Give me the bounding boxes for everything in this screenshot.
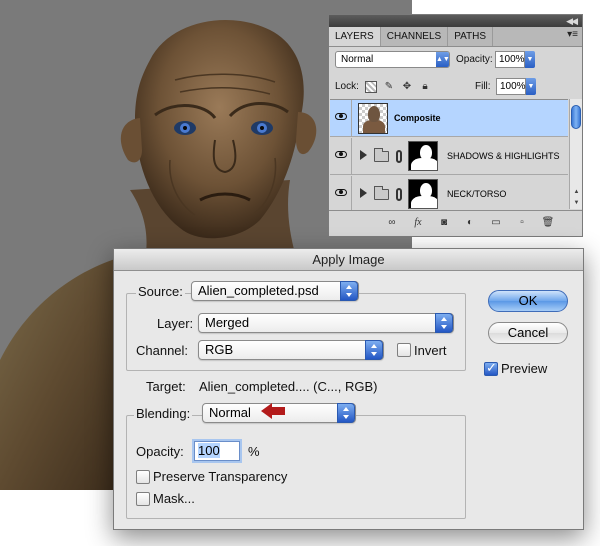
select-arrows-icon [435,313,453,333]
preview-checkbox[interactable] [484,360,498,376]
blend-mode-select[interactable]: Normal ▲▼ [335,51,450,68]
expand-triangle-icon[interactable] [360,188,367,198]
layer-value: Merged [205,315,250,330]
blending-label: Blending: [134,405,193,423]
mask-checkbox[interactable] [136,492,150,506]
mask-label: Mask... [153,491,195,506]
preview-label: Preview [501,361,548,376]
layer-row-shadows-highlights[interactable]: SHADOWS & HIGHLIGHTS [330,138,568,175]
fill-label: Fill: [475,81,491,92]
blending-value: Normal [209,405,251,420]
scroll-thumb[interactable] [571,105,581,129]
panel-titlebar[interactable]: ◀◀ [329,15,582,27]
visibility-eye-icon[interactable] [330,176,352,213]
opacity-dropdown-icon[interactable]: ▼ [525,51,535,68]
new-group-icon[interactable]: ▭ [489,216,503,230]
layer-opacity-field[interactable]: 100% [495,51,525,68]
cancel-button[interactable]: Cancel [488,322,568,344]
lock-all-icon[interactable]: 🔒︎ [419,81,431,93]
lock-move-icon[interactable]: ✥ [401,81,413,93]
scroll-up-icon[interactable]: ▲ [570,187,583,197]
layer-scrollbar[interactable]: ▲ ▼ [569,99,582,209]
channel-value: RGB [205,342,234,357]
layer-name: NECK/TORSO [447,189,507,199]
select-arrows-icon [340,281,358,301]
preserve-transparency-label: Preserve Transparency [153,469,288,484]
blend-opacity-label: Opacity: [136,444,184,459]
tab-channels[interactable]: CHANNELS [381,27,449,46]
folder-icon [374,148,389,162]
expand-triangle-icon[interactable] [360,150,367,160]
layer-mask-thumbnail[interactable] [408,179,438,209]
source-select[interactable]: Alien_completed.psd [191,281,359,301]
tab-paths[interactable]: PATHS [448,27,494,46]
invert-label: Invert [414,343,447,358]
percent-unit: % [248,444,260,459]
layer-mask-thumbnail[interactable] [408,141,438,171]
select-arrows-icon [365,340,383,360]
link-chain-icon [396,150,402,163]
scroll-down-icon[interactable]: ▼ [570,198,583,208]
panel-tabs: LAYERS CHANNELS PATHS ▾≡ [329,27,582,47]
layer-list: Composite SHADOWS & HIGHLIGHTS NECK/TORS… [330,99,568,213]
link-layers-icon[interactable]: ∞ [385,216,399,230]
blend-mode-value: Normal [341,54,374,65]
channel-label: Channel: [136,343,189,358]
ok-button[interactable]: OK [488,290,568,312]
layer-name: SHADOWS & HIGHLIGHTS [447,151,560,161]
new-layer-icon[interactable]: ▫ [515,216,529,230]
select-arrows-icon: ▲▼ [436,52,450,67]
visibility-eye-icon[interactable] [330,138,352,175]
layer-label: Layer: [157,316,194,331]
link-chain-icon [396,188,402,201]
layer-thumbnail [358,103,388,134]
blend-row: Normal ▲▼ Opacity: 100% ▼ [335,51,577,69]
channel-select[interactable]: RGB [198,340,384,360]
blend-opacity-field[interactable]: 100 [194,441,240,461]
panel-menu-icon[interactable]: ▾≡ [567,29,578,40]
target-label: Target: [146,379,186,394]
source-value: Alien_completed.psd [198,283,319,298]
collapse-icon[interactable]: ◀◀ [566,15,578,27]
opacity-label: Opacity: [456,54,493,65]
trash-icon[interactable]: 🗑︎ [541,216,555,230]
lock-brush-icon[interactable]: ✎ [383,81,395,93]
layer-fill-field[interactable]: 100% [496,78,526,95]
layer-name: Composite [394,113,441,123]
invert-checkbox[interactable] [397,343,411,357]
layers-panel-footer: ∞ fx ◙ ◐ ▭ ▫ 🗑︎ [329,210,582,236]
lock-label: Lock: [335,81,359,92]
apply-image-dialog: Apply Image Source: Alien_completed.psd … [113,248,584,530]
layer-style-icon[interactable]: fx [411,216,425,230]
fill-dropdown-icon[interactable]: ▼ [526,78,536,95]
layer-row-composite[interactable]: Composite [330,100,568,137]
lock-transparent-icon[interactable] [365,81,377,93]
layer-select[interactable]: Merged [198,313,454,333]
folder-icon [374,186,389,200]
dialog-title[interactable]: Apply Image [114,249,583,271]
layer-row-neck-torso[interactable]: NECK/TORSO [330,176,568,213]
select-arrows-icon [337,403,355,423]
layers-panel: ◀◀ LAYERS CHANNELS PATHS ▾≡ Normal ▲▼ Op… [328,14,583,237]
tab-layers[interactable]: LAYERS [329,27,381,46]
adjustment-layer-icon[interactable]: ◐ [463,216,477,230]
target-value: Alien_completed.... (C..., RGB) [199,379,378,394]
visibility-eye-icon[interactable] [330,100,352,137]
source-label: Source: [136,283,185,301]
add-mask-icon[interactable]: ◙ [437,216,451,230]
preserve-transparency-checkbox[interactable] [136,470,150,484]
blend-opacity-value: 100 [198,443,220,458]
annotation-arrow-icon [261,403,285,419]
